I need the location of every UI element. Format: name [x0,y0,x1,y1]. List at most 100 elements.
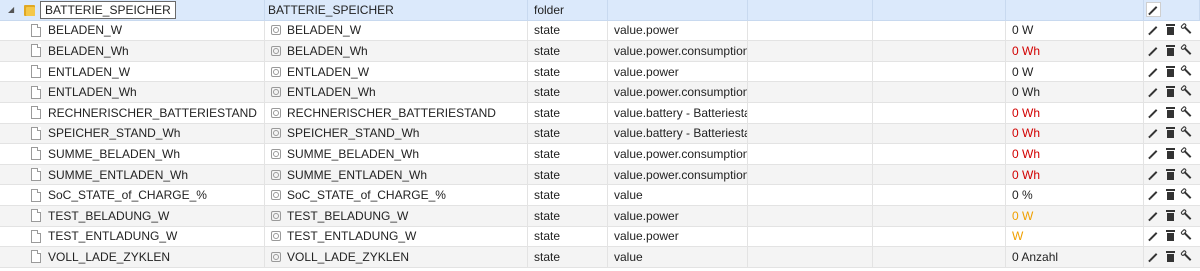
edit-button[interactable] [1146,2,1161,18]
edit-button[interactable] [1146,106,1160,120]
settings-button[interactable] [1180,250,1194,264]
id-cell: VOLL_LADE_ZYKLEN [0,247,265,267]
delete-button[interactable] [1163,147,1177,161]
folder-id[interactable]: BATTERIE_SPEICHER [40,0,176,19]
delete-button[interactable] [1163,106,1177,120]
state-row[interactable]: SUMME_BELADEN_Wh SUMME_BELADEN_Wh state … [0,144,1200,165]
edit-button[interactable] [1146,229,1160,243]
edit-button[interactable] [1146,188,1160,202]
folder-row[interactable]: ◢ BATTERIE_SPEICHER BATTERIE_SPEICHER fo… [0,0,1200,21]
value-cell[interactable]: 0 W [1006,205,1144,226]
edit-button[interactable] [1146,85,1160,99]
state-id[interactable]: ENTLADEN_W [48,65,130,79]
state-value[interactable]: 0 W [1012,209,1033,223]
delete-button[interactable] [1163,85,1177,99]
state-id[interactable]: VOLL_LADE_ZYKLEN [48,250,170,264]
state-row[interactable]: VOLL_LADE_ZYKLEN VOLL_LADE_ZYKLEN state … [0,247,1200,268]
settings-button[interactable] [1180,188,1194,202]
value-cell[interactable]: 0 W [1006,61,1144,82]
delete-button[interactable] [1163,168,1177,182]
delete-button[interactable] [1163,250,1177,264]
state-value[interactable]: 0 Wh [1012,168,1040,182]
state-row[interactable]: BELADEN_W BELADEN_W state value.power 0 … [0,20,1200,42]
value-cell[interactable]: 0 Wh [1006,102,1144,123]
settings-button[interactable] [1180,147,1194,161]
state-row[interactable]: SPEICHER_STAND_Wh SPEICHER_STAND_Wh stat… [0,123,1200,145]
state-row[interactable]: TEST_BELADUNG_W TEST_BELADUNG_W state va… [0,205,1200,227]
edit-button[interactable] [1146,65,1160,79]
settings-button[interactable] [1180,126,1194,140]
pencil-icon [1149,67,1157,76]
state-id[interactable]: ENTLADEN_Wh [48,85,137,99]
pencil-icon [1149,26,1157,35]
value-cell[interactable]: 0 % [1006,185,1144,205]
delete-button[interactable] [1163,23,1177,37]
state-value[interactable]: 0 Wh [1012,147,1040,161]
state-value[interactable]: W [1012,229,1023,243]
edit-button[interactable] [1146,126,1160,140]
delete-button[interactable] [1163,126,1177,140]
state-row[interactable]: SoC_STATE_of_CHARGE_% SoC_STATE_of_CHARG… [0,185,1200,206]
settings-button[interactable] [1180,85,1194,99]
settings-button[interactable] [1180,106,1194,120]
state-id[interactable]: SUMME_ENTLADEN_Wh [48,168,188,182]
delete-button[interactable] [1163,229,1177,243]
state-id[interactable]: TEST_BELADUNG_W [48,209,169,223]
state-id[interactable]: SUMME_BELADEN_Wh [48,147,180,161]
value-cell[interactable]: 0 W [1006,20,1144,41]
state-value[interactable]: 0 Wh [1012,44,1040,58]
state-row[interactable]: TEST_ENTLADUNG_W TEST_ENTLADUNG_W state … [0,226,1200,248]
object-icon [271,107,281,118]
edit-button[interactable] [1146,147,1160,161]
expand-triangle-icon[interactable]: ◢ [8,5,18,14]
state-id[interactable]: TEST_ENTLADUNG_W [48,229,177,243]
settings-button[interactable] [1180,23,1194,37]
settings-button[interactable] [1180,209,1194,223]
value-cell[interactable]: 0 Anzahl [1006,247,1144,267]
value-cell[interactable]: 0 Wh [1006,164,1144,185]
function-cell [873,0,1006,20]
state-value[interactable]: 0 Wh [1012,126,1040,140]
edit-button[interactable] [1146,23,1160,37]
settings-button[interactable] [1180,168,1194,182]
state-id[interactable]: BELADEN_Wh [48,44,129,58]
state-name: SUMME_BELADEN_Wh [287,146,420,161]
delete-button[interactable] [1163,44,1177,58]
value-cell[interactable]: 0 Wh [1006,123,1144,144]
state-row[interactable]: RECHNERISCHER_BATTERIESTAND RECHNERISCHE… [0,102,1200,124]
edit-button[interactable] [1146,168,1160,182]
delete-button[interactable] [1163,188,1177,202]
file-icon [31,85,41,99]
edit-button[interactable] [1146,250,1160,264]
state-row[interactable]: ENTLADEN_W ENTLADEN_W state value.power … [0,61,1200,83]
edit-button[interactable] [1146,44,1160,58]
settings-button[interactable] [1180,65,1194,79]
state-value[interactable]: 0 Wh [1012,106,1040,120]
state-value[interactable]: 0 W [1012,65,1033,79]
state-row[interactable]: BELADEN_Wh BELADEN_Wh state value.power.… [0,41,1200,62]
state-id[interactable]: BELADEN_W [48,23,122,37]
state-id[interactable]: RECHNERISCHER_BATTERIESTAND [48,106,257,120]
settings-button[interactable] [1180,44,1194,58]
settings-button[interactable] [1180,229,1194,243]
state-row[interactable]: ENTLADEN_Wh ENTLADEN_Wh state value.powe… [0,82,1200,103]
edit-button[interactable] [1146,209,1160,223]
actions-cell [1144,0,1200,20]
role-cell: value.power.consumption [608,144,748,164]
value-cell[interactable]: 0 Wh [1006,144,1144,164]
state-id[interactable]: SPEICHER_STAND_Wh [48,126,180,140]
value-cell[interactable]: 0 Wh [1006,82,1144,102]
delete-button[interactable] [1163,209,1177,223]
delete-button[interactable] [1163,65,1177,79]
state-value[interactable]: 0 W [1012,23,1033,37]
state-id[interactable]: SoC_STATE_of_CHARGE_% [48,188,207,202]
state-value[interactable]: 0 % [1012,188,1033,202]
actions-cell [1144,103,1200,123]
state-value[interactable]: 0 Wh [1012,85,1040,99]
value-cell[interactable]: 0 Wh [1006,41,1144,61]
pencil-icon [1149,191,1157,200]
state-row[interactable]: SUMME_ENTLADEN_Wh SUMME_ENTLADEN_Wh stat… [0,164,1200,186]
value-cell[interactable]: W [1006,226,1144,247]
pencil-icon [1149,150,1157,158]
state-value[interactable]: 0 Anzahl [1012,250,1058,264]
